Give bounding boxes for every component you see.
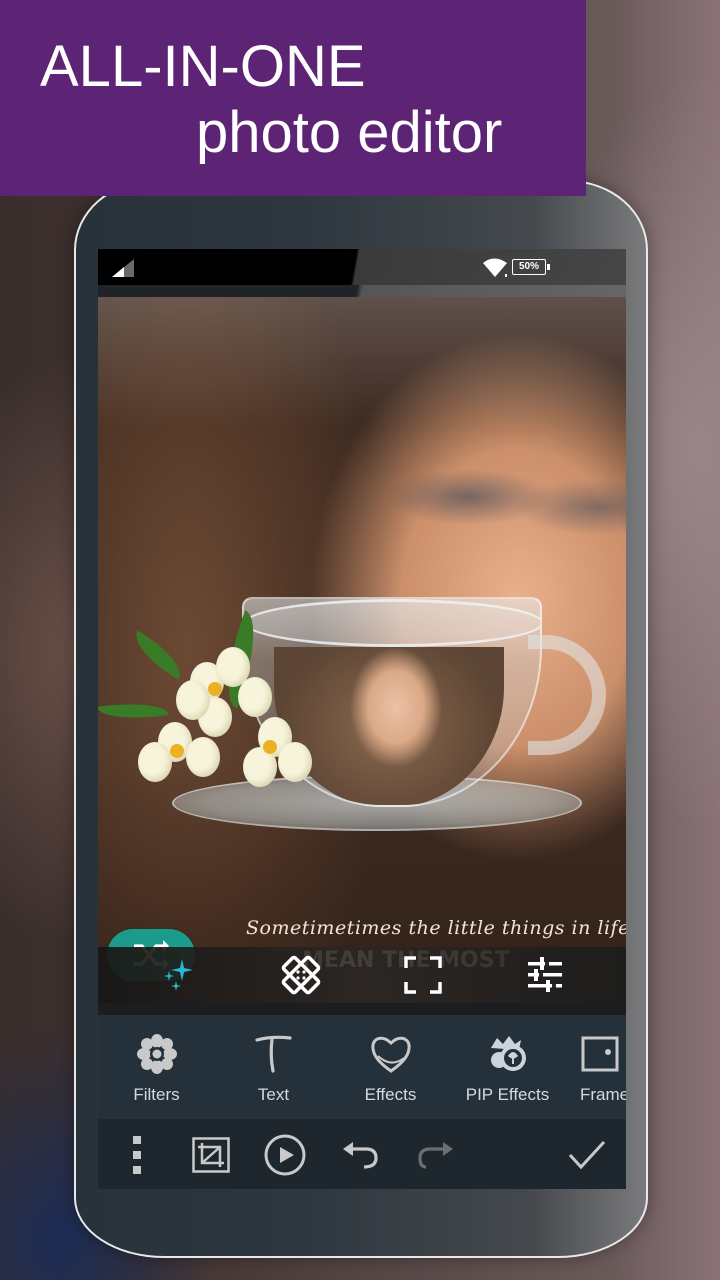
banner-headline: ALL-IN-ONE bbox=[40, 34, 366, 99]
undo-icon bbox=[343, 1142, 378, 1169]
quote-script-text[interactable]: Sometimetimes the little things in life bbox=[246, 917, 626, 939]
more-vertical-icon bbox=[133, 1136, 141, 1174]
wifi-icon bbox=[483, 258, 507, 277]
play-circle-icon bbox=[264, 1134, 306, 1176]
play-preview-button[interactable] bbox=[264, 1134, 306, 1176]
battery-indicator: 50% bbox=[512, 259, 550, 275]
text-t-icon bbox=[254, 1035, 292, 1073]
feature-filters[interactable]: Filters bbox=[98, 1015, 215, 1119]
pip-flower-icon bbox=[490, 1036, 526, 1071]
status-bar-shadow bbox=[98, 285, 626, 297]
banner-subheadline: photo editor bbox=[196, 100, 503, 165]
cell-signal-icon bbox=[112, 259, 134, 277]
feature-label: Text bbox=[257, 1085, 290, 1104]
sparkle-icon bbox=[164, 959, 193, 991]
tool-heal-button[interactable] bbox=[273, 951, 329, 999]
undo-button[interactable] bbox=[340, 1134, 382, 1176]
feature-effects[interactable]: Effects bbox=[332, 1015, 449, 1119]
bottom-action-bar bbox=[98, 1119, 626, 1189]
phone-screen: 50% Sometimetimes the little things in l… bbox=[98, 249, 626, 1189]
tool-magic-button[interactable] bbox=[151, 951, 207, 999]
redo-button[interactable] bbox=[414, 1134, 456, 1176]
feature-label: PIP Effects bbox=[465, 1085, 550, 1104]
checkmark-icon bbox=[568, 1140, 606, 1170]
sliders-icon bbox=[528, 957, 562, 992]
more-options-button[interactable] bbox=[116, 1134, 158, 1176]
bandage-icon bbox=[281, 955, 321, 995]
feature-text[interactable]: Text bbox=[215, 1015, 332, 1119]
jasmine-flowers-decoration bbox=[98, 610, 328, 842]
status-bar: 50% bbox=[98, 249, 626, 285]
feature-menu[interactable]: Filters Text Effects PIP Effects Frame bbox=[98, 1015, 626, 1119]
feature-label: Frames bbox=[580, 1085, 626, 1104]
feature-frames[interactable]: Frames bbox=[566, 1015, 626, 1119]
teacup-handle bbox=[528, 635, 606, 755]
crop-icon bbox=[192, 1137, 230, 1173]
frame-icon bbox=[581, 1036, 619, 1072]
fullscreen-frame-icon bbox=[404, 956, 442, 994]
redo-icon bbox=[418, 1142, 453, 1169]
feature-pip-effects[interactable]: PIP Effects bbox=[449, 1015, 566, 1119]
flower-filter-icon bbox=[136, 1034, 177, 1074]
tool-fit-button[interactable] bbox=[395, 951, 451, 999]
tool-adjust-button[interactable] bbox=[517, 951, 573, 999]
feature-label: Effects bbox=[364, 1085, 417, 1104]
feature-label: Filters bbox=[133, 1085, 180, 1104]
promo-banner: ALL-IN-ONE photo editor bbox=[0, 0, 586, 196]
edit-tool-row bbox=[98, 947, 626, 1003]
confirm-button[interactable] bbox=[566, 1134, 608, 1176]
crop-button[interactable] bbox=[190, 1134, 232, 1176]
heart-icon bbox=[370, 1036, 411, 1073]
photo-canvas[interactable]: Sometimetimes the little things in life … bbox=[98, 297, 626, 981]
